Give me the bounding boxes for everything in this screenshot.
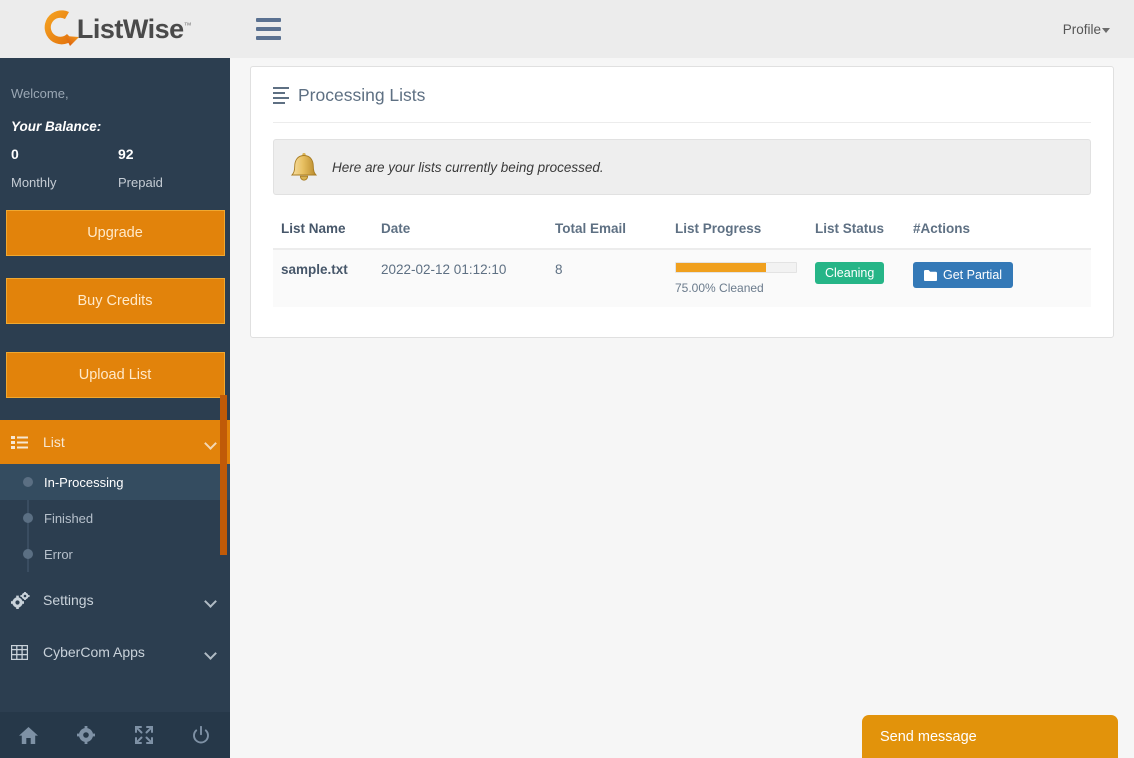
folder-icon (924, 269, 937, 281)
balance-prepaid-value: 92 (118, 146, 134, 162)
logo[interactable]: ListWise™ (0, 0, 230, 58)
balance-monthly: 0 Monthly (11, 146, 118, 190)
page-title: Processing Lists (273, 85, 1091, 123)
buy-credits-button[interactable]: Buy Credits (5, 278, 225, 324)
upload-list-button[interactable]: Upload List (5, 352, 225, 398)
list-lines-icon (273, 86, 289, 105)
page-title-text: Processing Lists (298, 85, 426, 105)
sidebar-item-settings-label: Settings (43, 592, 94, 608)
sidebar-scrollbar[interactable] (220, 395, 227, 555)
sidebar: Welcome, Your Balance: 0 Monthly 92 Prep… (0, 58, 230, 758)
profile-menu-label: Profile (1062, 21, 1101, 37)
top-bar-right: Profile (1053, 16, 1120, 43)
panel-header: Processing Lists (251, 67, 1113, 123)
sidebar-scroll-area: Welcome, Your Balance: 0 Monthly 92 Prep… (0, 58, 230, 726)
processing-lists-table: List Name Date Total Email List Progress… (273, 221, 1091, 307)
table-head: List Name Date Total Email List Progress… (273, 221, 1091, 250)
progress-bar-fill (676, 263, 766, 272)
sidebar-item-error-label: Error (44, 546, 73, 562)
balance-prepaid: 92 Prepaid (118, 146, 225, 190)
balance-title: Your Balance: (11, 119, 102, 134)
column-header-list-status[interactable]: List Status (807, 221, 905, 250)
chevron-down-icon (205, 649, 216, 656)
table-body: sample.txt 2022-02-12 01:12:10 8 75.00% … (273, 249, 1091, 307)
processing-lists-panel: Processing Lists Here are your lists cur… (250, 66, 1114, 338)
column-header-date[interactable]: Date (373, 221, 547, 250)
expand-icon[interactable] (115, 726, 173, 744)
hamburger-bar (256, 18, 281, 22)
upgrade-button[interactable]: Upgrade (5, 210, 225, 256)
bell-icon (290, 153, 318, 181)
gears-icon (11, 591, 33, 609)
cell-list-status: Cleaning (807, 249, 905, 307)
progress-label: 75.00% Cleaned (675, 281, 764, 295)
profile-menu[interactable]: Profile (1053, 16, 1120, 43)
column-header-list-name[interactable]: List Name (273, 221, 373, 250)
hamburger-bar (256, 27, 281, 31)
get-partial-label: Get Partial (943, 268, 1003, 282)
sidebar-item-error[interactable]: Error (0, 536, 230, 572)
cell-total-email: 8 (547, 249, 667, 307)
list-icon (11, 435, 33, 449)
hamburger-icon[interactable] (256, 18, 281, 40)
chevron-down-icon (205, 597, 216, 604)
balance-prepaid-label: Prepaid (118, 175, 163, 190)
trademark-mark: ™ (183, 20, 192, 30)
welcome-text: Welcome, (11, 86, 69, 101)
sidebar-item-cybercom-apps[interactable]: CyberCom Apps (0, 630, 230, 674)
sidebar-footer-toolbar (0, 712, 230, 758)
sidebar-sublist-list: In-Processing Finished Error (0, 464, 230, 572)
balance-monthly-value: 0 (11, 146, 19, 162)
home-icon[interactable] (0, 726, 58, 744)
get-partial-button[interactable]: Get Partial (913, 262, 1014, 288)
balance-monthly-label: Monthly (11, 175, 57, 190)
cell-date: 2022-02-12 01:12:10 (373, 249, 547, 307)
column-header-total-email[interactable]: Total Email (547, 221, 667, 250)
progress-bar (675, 262, 797, 273)
sidebar-item-finished[interactable]: Finished (0, 500, 230, 536)
sidebar-item-cybercom-apps-label: CyberCom Apps (43, 644, 145, 660)
table-header-row: List Name Date Total Email List Progress… (273, 221, 1091, 250)
sidebar-item-in-processing-label: In-Processing (44, 474, 124, 490)
info-alert: Here are your lists currently being proc… (273, 139, 1091, 195)
status-badge: Cleaning (815, 262, 885, 284)
chevron-down-icon (205, 439, 216, 446)
sidebar-item-list-label: List (43, 434, 65, 450)
gear-icon[interactable] (58, 726, 116, 744)
main-content: Processing Lists Here are your lists cur… (230, 58, 1134, 758)
sidebar-nav: List In-Processing Finished Error Settin… (0, 420, 230, 674)
send-message-label: Send message (880, 728, 977, 745)
column-header-actions[interactable]: #Actions (905, 221, 1091, 250)
balance-grid: 0 Monthly 92 Prepaid (0, 134, 230, 190)
table-row: sample.txt 2022-02-12 01:12:10 8 75.00% … (273, 249, 1091, 307)
column-header-list-progress[interactable]: List Progress (667, 221, 807, 250)
alert-message: Here are your lists currently being proc… (332, 159, 604, 175)
logo-text: ListWise™ (76, 13, 192, 44)
send-message-widget[interactable]: Send message (862, 715, 1118, 758)
cell-actions: Get Partial (905, 249, 1091, 307)
cell-list-progress: 75.00% Cleaned (667, 249, 807, 307)
lists-table-container: List Name Date Total Email List Progress… (273, 221, 1091, 337)
sidebar-item-settings[interactable]: Settings (0, 578, 230, 622)
cell-list-name[interactable]: sample.txt (273, 249, 373, 307)
sidebar-item-list[interactable]: List (0, 420, 230, 464)
grid-icon (11, 644, 33, 660)
top-bar: ListWise™ Profile (0, 0, 1134, 58)
chevron-down-icon (1102, 28, 1110, 33)
hamburger-bar (256, 36, 281, 40)
power-icon[interactable] (173, 726, 231, 744)
sidebar-item-finished-label: Finished (44, 510, 94, 526)
sidebar-item-in-processing[interactable]: In-Processing (0, 464, 230, 500)
